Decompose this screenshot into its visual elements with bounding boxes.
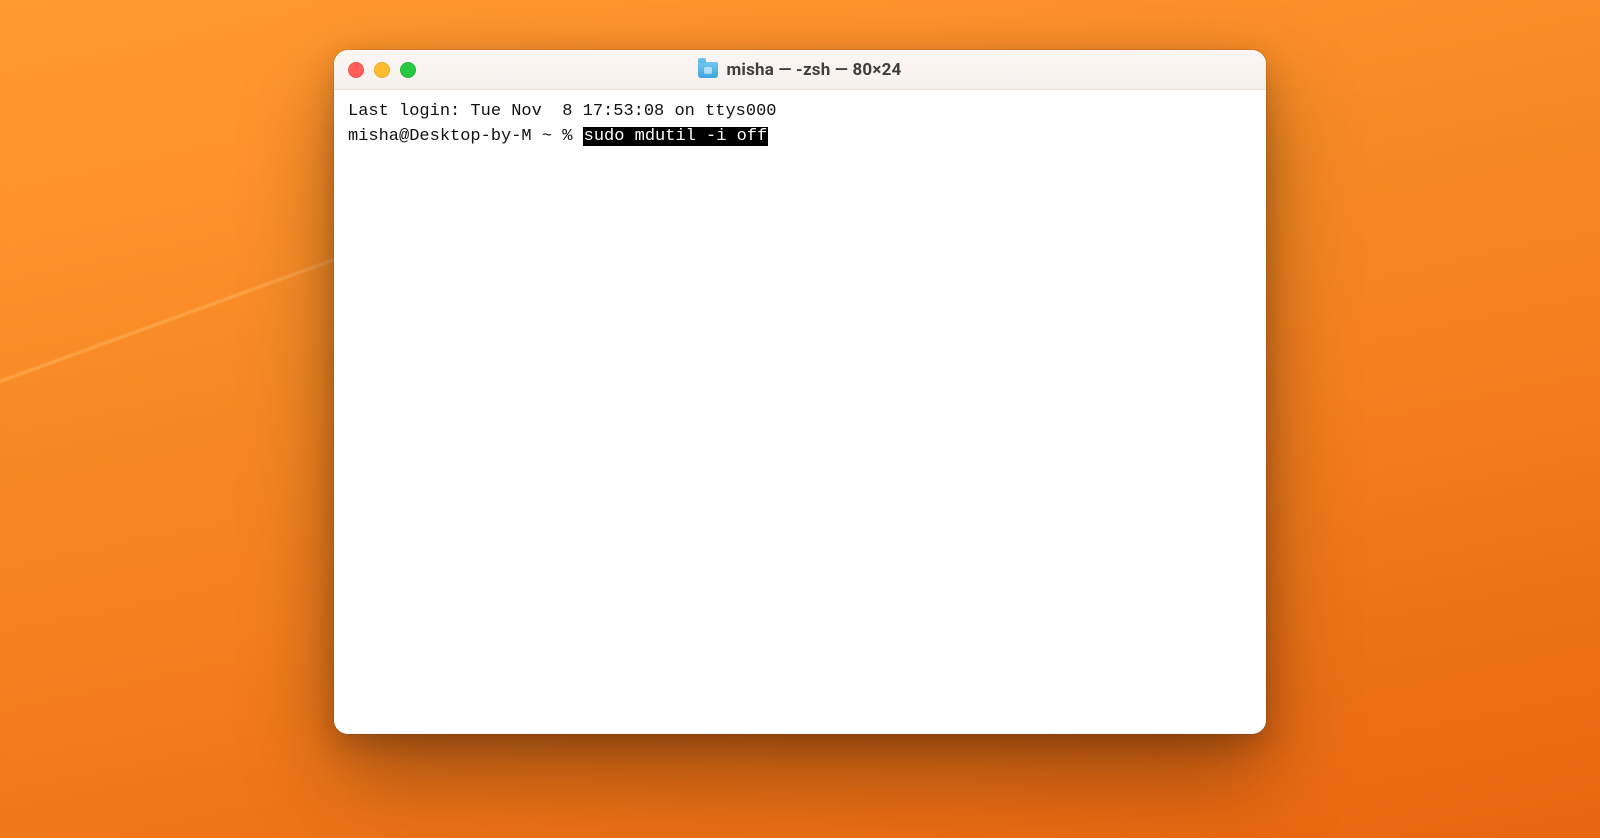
minimize-button[interactable] <box>374 62 390 78</box>
terminal-window[interactable]: misha — -zsh — 80×24 Last login: Tue Nov… <box>334 50 1266 734</box>
titlebar[interactable]: misha — -zsh — 80×24 <box>334 50 1266 90</box>
zoom-button[interactable] <box>400 62 416 78</box>
window-title: misha — -zsh — 80×24 <box>726 60 901 80</box>
last-login-line: Last login: Tue Nov 8 17:53:08 on ttys00… <box>348 102 776 121</box>
window-title-wrap: misha — -zsh — 80×24 <box>698 60 901 80</box>
terminal-content[interactable]: Last login: Tue Nov 8 17:53:08 on ttys00… <box>334 90 1266 734</box>
traffic-lights <box>348 62 416 78</box>
folder-icon <box>698 62 718 78</box>
close-button[interactable] <box>348 62 364 78</box>
selected-command-text[interactable]: sudo mdutil -i off <box>583 127 769 146</box>
prompt-prefix: misha@Desktop-by-M ~ % <box>348 127 583 146</box>
